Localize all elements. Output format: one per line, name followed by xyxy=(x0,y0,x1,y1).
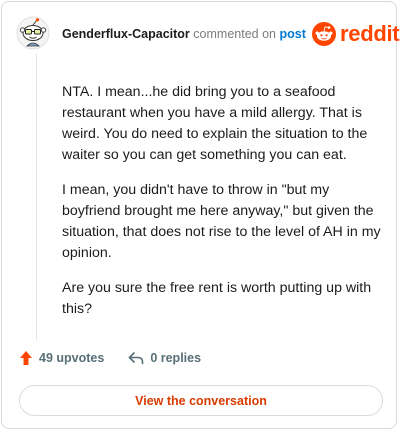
upvote-button[interactable]: 49 upvotes xyxy=(19,350,104,366)
reply-count: 0 replies xyxy=(150,351,202,365)
username-link[interactable]: Genderflux-Capacitor xyxy=(62,27,190,41)
view-conversation-button[interactable]: View the conversation xyxy=(19,385,383,416)
commented-on-text: commented on xyxy=(193,27,276,41)
reply-arrow-icon xyxy=(129,352,144,365)
comment-actions: 49 upvotes 0 replies xyxy=(19,350,201,366)
comment-paragraph: Are you sure the free rent is worth putt… xyxy=(62,280,372,317)
comment-paragraph: I mean, you didn't have to throw in "but… xyxy=(62,182,381,261)
reply-button[interactable]: 0 replies xyxy=(128,351,201,365)
comment-body: NTA. I mean...he did bring you to a seaf… xyxy=(62,82,382,334)
upvote-arrow-icon xyxy=(20,351,32,365)
reddit-logo[interactable]: reddit xyxy=(312,21,400,46)
thread-line xyxy=(36,54,37,340)
comment-card: Genderflux-Capacitor commented on post r… xyxy=(1,1,400,429)
comment-header: Genderflux-Capacitor commented on post xyxy=(62,26,306,42)
comment-paragraph: NTA. I mean...he did bring you to a seaf… xyxy=(62,84,368,163)
reddit-logo-icon xyxy=(312,22,336,46)
snoo-avatar-icon[interactable] xyxy=(16,16,50,50)
reddit-wordmark: reddit xyxy=(340,21,400,46)
post-link[interactable]: post xyxy=(279,27,305,41)
upvote-count: 49 upvotes xyxy=(39,351,105,365)
